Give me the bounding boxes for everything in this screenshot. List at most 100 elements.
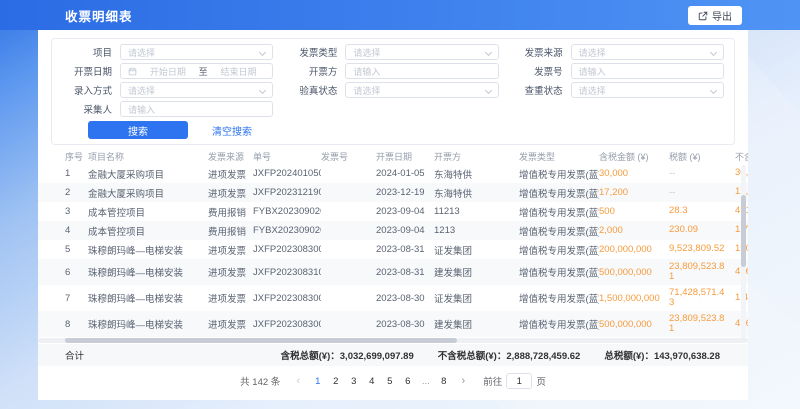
page-number-list: 123456...8 (310, 376, 451, 387)
filter-field-查重状态: 查重状态请选择 (513, 82, 724, 98)
summary-tax-exclusive-value: 2,888,728,459.62 (506, 351, 580, 362)
date-separator: 至 (199, 65, 208, 78)
filter-field-开票方: 开票方请输入 (287, 63, 498, 79)
page-button-5[interactable]: 5 (382, 376, 397, 387)
filter-field-采集人: 采集人请输入 (62, 101, 273, 117)
input-9[interactable]: 请输入 (120, 101, 273, 117)
cell-issuer: 1213 (434, 225, 519, 236)
cell-tax: 28.3 (669, 204, 735, 220)
summary-totals: 含税总额(¥)：3,032,699,097.89 不含税总额(¥)：2,888,… (281, 348, 720, 362)
pagination: 共 142 条 ‹ 123456...8 › 前往 页 (38, 369, 748, 393)
column-header-6: 开票方 (434, 150, 519, 163)
cell-seq: 2 (65, 187, 88, 198)
export-button[interactable]: 导出 (688, 6, 742, 25)
export-button-label: 导出 (712, 8, 732, 23)
input-5[interactable]: 请输入 (571, 63, 724, 79)
table-row: 4成本管控项目费用报销FYBX202309020032023-09-041213… (38, 221, 748, 240)
field-placeholder: 请选择 (128, 46, 155, 59)
cell-tax: 9,523,809.52 (669, 242, 735, 258)
page-button-3[interactable]: 3 (346, 376, 361, 387)
cell-seq: 4 (65, 225, 88, 236)
page-button-2[interactable]: 2 (328, 376, 343, 387)
chevron-down-icon (710, 49, 717, 56)
cell-project: 金融大厦采购项目 (88, 186, 208, 200)
cell-type: 增值税专用发票(蓝) (519, 243, 599, 257)
table-row: 7珠穆朗玛峰—电梯安装进项发票JXFP202308300012023-08-30… (38, 285, 748, 311)
filter-actions: 搜索 清空搜索 (88, 121, 724, 139)
goto-page-input[interactable] (506, 373, 532, 389)
filter-field-发票号: 发票号请输入 (513, 63, 724, 79)
app-header: 收票明细表 导出 (0, 0, 800, 30)
select-6[interactable]: 请选择 (120, 82, 273, 98)
prev-page-button[interactable]: ‹ (291, 375, 305, 387)
page-button-4[interactable]: 4 (364, 376, 379, 387)
cell-issuer: 建发集团 (434, 317, 519, 331)
cell-date: 2023-09-04 (376, 206, 434, 217)
select-1[interactable]: 请选择 (345, 44, 498, 60)
filter-label: 开票日期 (62, 64, 120, 78)
horizontal-scrollbar-thumb[interactable] (65, 338, 457, 343)
vertical-scrollbar-thumb[interactable] (741, 195, 746, 267)
cell-order_no: JXFP20230830002 (253, 244, 321, 255)
page-button-6[interactable]: 6 (400, 376, 415, 387)
summary-total-tax: 总税额(¥)：143,970,638.28 (604, 348, 720, 362)
page: 收票明细表 导出 项目请选择发票类型请选择发票来源请选择开票日期开始日期至结束日… (0, 0, 800, 409)
cell-type: 增值税专用发票(蓝) (519, 265, 599, 279)
select-8[interactable]: 请选择 (571, 82, 724, 98)
cell-tax: 71,428,571.43 (669, 285, 735, 311)
cell-tax: 230.09 (669, 223, 735, 239)
cell-date: 2023-08-30 (376, 319, 434, 330)
filter-grid: 项目请选择发票类型请选择发票来源请选择开票日期开始日期至结束日期开票方请输入发票… (62, 44, 724, 117)
cell-seq: 6 (65, 267, 88, 278)
pagination-total-count: 共 142 条 (240, 374, 280, 388)
column-header-1: 项目名称 (88, 150, 208, 163)
page-button-8[interactable]: 8 (436, 376, 451, 387)
cell-type: 增值税专用发票(蓝) (519, 291, 599, 305)
search-button[interactable]: 搜索 (88, 121, 188, 139)
cell-issuer: 11213 (434, 206, 519, 217)
cell-date: 2023-08-31 (376, 244, 434, 255)
cell-source: 费用报销 (208, 224, 253, 238)
cell-project: 珠穆朗玛峰—电梯安装 (88, 291, 208, 305)
cell-date: 2023-08-30 (376, 293, 434, 304)
select-7[interactable]: 请选择 (345, 82, 498, 98)
column-header-4: 发票号 (321, 150, 376, 163)
column-header-0: 序号 (65, 150, 88, 163)
cell-tax: 23,809,523.81 (669, 259, 735, 285)
calendar-icon (128, 67, 137, 76)
column-header-9: 税额 (¥) (669, 150, 735, 163)
summary-tax-inclusive-value: 3,032,699,097.89 (340, 351, 414, 362)
summary-tax-inclusive-label: 含税总额(¥)： (281, 351, 340, 362)
daterange-3[interactable]: 开始日期至结束日期 (120, 63, 273, 79)
clear-search-link[interactable]: 清空搜索 (212, 123, 252, 138)
field-placeholder: 请选择 (353, 46, 380, 59)
date-start-placeholder: 开始日期 (141, 65, 195, 78)
select-0[interactable]: 请选择 (120, 44, 273, 60)
cell-project: 成本管控项目 (88, 205, 208, 219)
chevron-down-icon (710, 87, 717, 94)
cell-type: 增值税专用发票(蓝) (519, 167, 599, 181)
column-header-8: 含税金额 (¥) (599, 150, 669, 163)
field-placeholder: 请选择 (128, 84, 155, 97)
cell-amount: 2,000 (599, 225, 669, 236)
cell-amount: 17,200 (599, 187, 669, 198)
cell-source: 进项发票 (208, 167, 253, 181)
cell-source: 费用报销 (208, 205, 253, 219)
cell-seq: 5 (65, 244, 88, 255)
select-2[interactable]: 请选择 (571, 44, 724, 60)
chevron-down-icon (259, 49, 266, 56)
horizontal-scrollbar[interactable] (38, 338, 748, 343)
summary-tax-exclusive-label: 不含税总额(¥)： (438, 351, 507, 362)
cell-date: 2023-08-31 (376, 267, 434, 278)
summary-label: 合计 (65, 348, 84, 362)
cell-type: 增值税专用发票(蓝) (519, 186, 599, 200)
page-button-1[interactable]: 1 (310, 376, 325, 387)
table-row: 3成本管控项目费用报销FYBX202309020032023-09-041121… (38, 202, 748, 221)
input-4[interactable]: 请输入 (345, 63, 498, 79)
cell-order_no: FYBX20230902003 (253, 206, 321, 217)
cell-issuer: 建发集团 (434, 265, 519, 279)
cell-amount: 500,000,000 (599, 267, 669, 278)
column-header-7: 发票类型 (519, 150, 599, 163)
vertical-scrollbar[interactable] (741, 165, 746, 343)
next-page-button[interactable]: › (456, 375, 470, 387)
